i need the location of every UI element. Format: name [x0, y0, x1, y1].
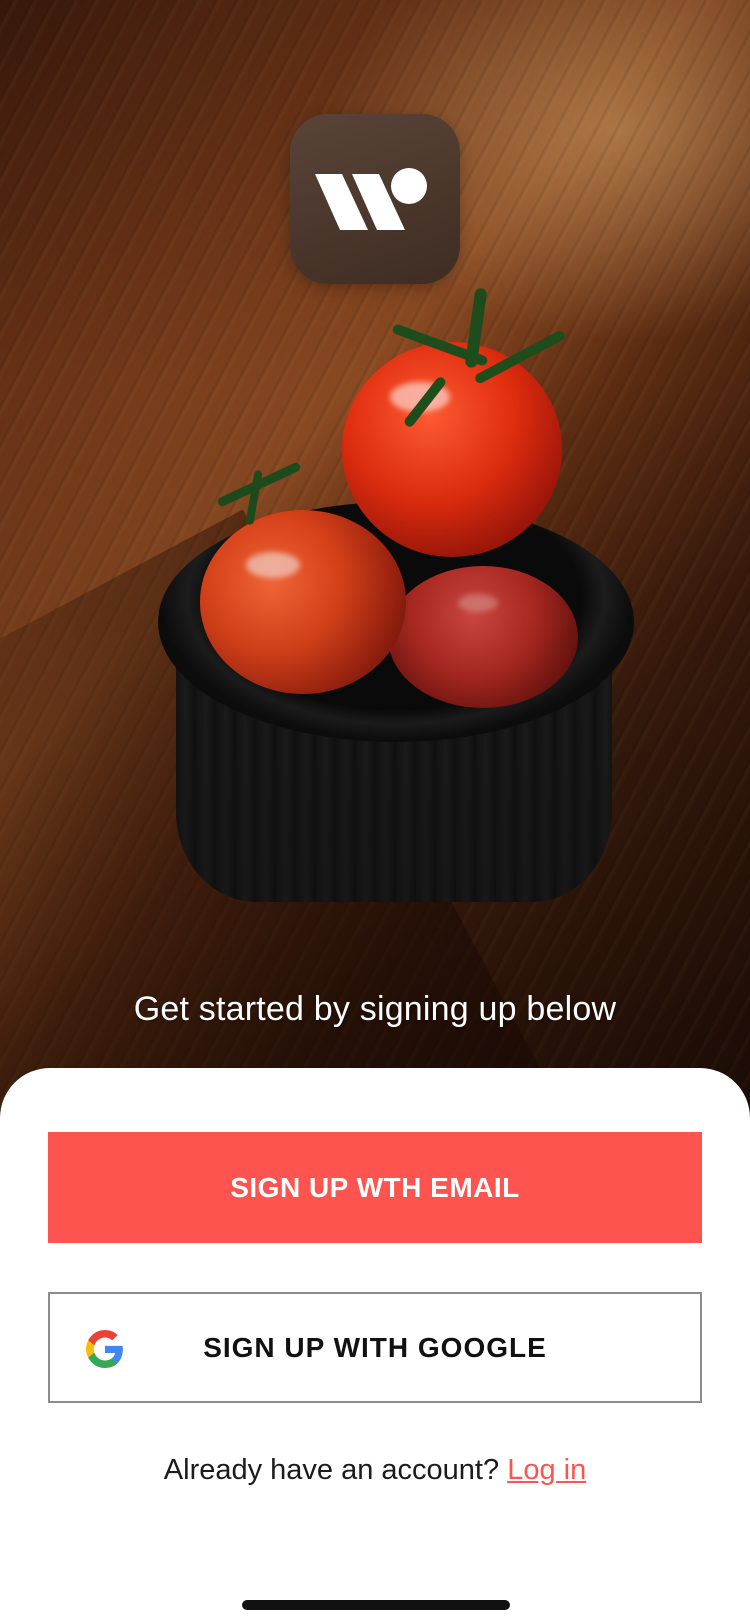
sign-up-email-label: SIGN UP WTH EMAIL	[230, 1171, 520, 1203]
sign-up-email-button[interactable]: SIGN UP WTH EMAIL	[48, 1132, 702, 1243]
login-link[interactable]: Log in	[507, 1454, 586, 1486]
login-prompt-text: Already have an account?	[163, 1454, 500, 1486]
sign-up-google-label: SIGN UP WITH GOOGLE	[203, 1331, 547, 1363]
login-prompt-row: Already have an account? Log in	[0, 1454, 750, 1487]
tagline-text: Get started by signing up below	[133, 990, 617, 1028]
home-indicator[interactable]	[242, 1600, 510, 1610]
app-logo	[290, 114, 460, 284]
google-icon	[86, 1330, 123, 1368]
sign-up-google-button[interactable]: SIGN UP WITH GOOGLE	[48, 1292, 702, 1403]
signup-sheet: SIGN UP WTH EMAIL SIGN UP WITH GOOGLE Al…	[0, 1068, 750, 1624]
app-logo-icon	[315, 168, 427, 230]
